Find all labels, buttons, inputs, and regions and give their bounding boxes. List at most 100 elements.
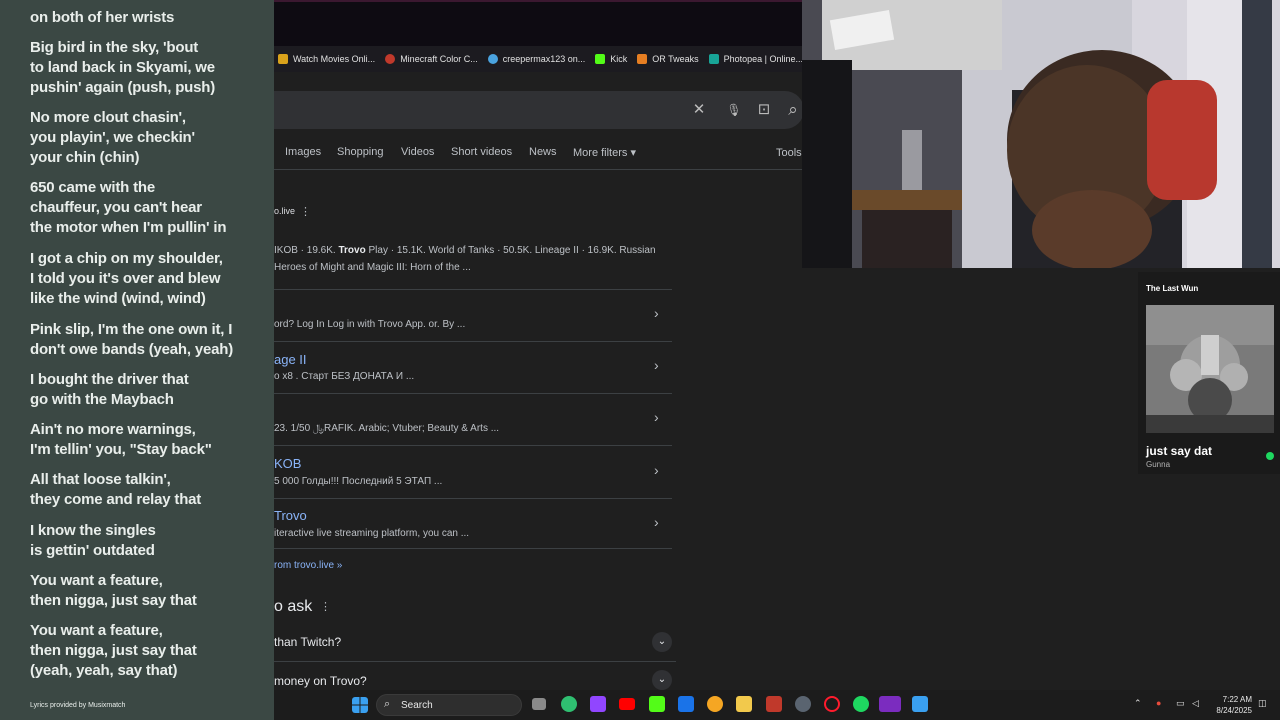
youtube-icon[interactable] xyxy=(619,698,635,710)
webcam-image xyxy=(802,0,1280,268)
lyric-line: No more clout chasin', you playin', we c… xyxy=(30,109,195,166)
sitelink-separator xyxy=(274,498,672,499)
lyric-line: Pink slip, I'm the one own it, I don't o… xyxy=(30,321,234,358)
microphone-icon[interactable]: ● xyxy=(1156,698,1161,708)
sitelink-separator xyxy=(274,393,672,394)
result-snippet-line2: Heroes of Might and Magic III: Horn of t… xyxy=(274,262,471,273)
filter-divider xyxy=(274,169,804,170)
screen: Watch Movies Onli... Minecraft Color C..… xyxy=(0,0,1280,720)
paa-question[interactable]: money on Trovo? xyxy=(274,674,367,688)
tools-button[interactable]: Tools xyxy=(776,147,802,159)
sitelink-snippet: 5 000 Голды!!! Последний 5 ЭТАП ... xyxy=(274,476,443,487)
liked-check-icon xyxy=(1266,452,1274,460)
taskbar-search-label: Search xyxy=(401,700,433,711)
bookmark-creepermax[interactable]: creepermax123 on... xyxy=(487,54,585,64)
spotify-icon[interactable] xyxy=(853,696,869,712)
chevron-right-icon[interactable]: › xyxy=(654,409,659,425)
app-lightblue-icon[interactable] xyxy=(912,696,928,712)
paa-options-icon[interactable]: ⋮ xyxy=(320,600,331,613)
paa-separator xyxy=(274,661,676,662)
chevron-right-icon[interactable]: › xyxy=(654,305,659,321)
sitelink-snippet: iteractive live streaming platform, you … xyxy=(274,528,470,539)
network-icon[interactable]: ▭ xyxy=(1176,698,1185,709)
chevron-down-icon[interactable]: ⌄ xyxy=(652,632,672,652)
bookmark-favicon-icon xyxy=(637,54,648,64)
task-view-icon[interactable] xyxy=(532,698,546,710)
file-explorer-icon[interactable] xyxy=(736,696,752,712)
webcam-feed xyxy=(802,0,1280,268)
sitelink-snippet: ord? Log In Log in with Trovo App. or. B… xyxy=(274,319,466,330)
sitelink-title[interactable]: KOB xyxy=(274,456,301,471)
tab-news[interactable]: News xyxy=(529,146,557,158)
taskbar-clock[interactable]: 7:22 AM 8/24/2025 xyxy=(1212,694,1252,716)
app-green-icon[interactable] xyxy=(561,696,577,712)
bookmark-photopea[interactable]: Photopea | Online... xyxy=(708,54,803,64)
sitelink-separator xyxy=(274,548,672,549)
lens-search-icon[interactable]: ⊡ xyxy=(755,101,773,119)
result-snippet-line1: IKOB · 19.6K. Trovo Play · 15.1K. World … xyxy=(274,245,656,256)
sitelink-separator xyxy=(274,445,672,446)
lyric-line: You want a feature, then nigga, just say… xyxy=(30,622,197,679)
tab-images[interactable]: Images xyxy=(285,146,321,158)
opera-icon[interactable] xyxy=(824,696,840,712)
kick-icon xyxy=(595,54,606,64)
result-options-icon[interactable]: ⋮ xyxy=(300,205,311,218)
windows-start-icon[interactable] xyxy=(352,697,368,713)
chevron-down-icon[interactable]: ⌄ xyxy=(652,670,672,690)
bookmark-or-tweaks[interactable]: OR Tweaks xyxy=(637,54,699,64)
search-input[interactable]: ✕ 🎙 ⊡ ⌕ xyxy=(274,91,804,129)
more-filters-dropdown[interactable]: More filters ▾ xyxy=(573,146,636,159)
chevron-right-icon[interactable]: › xyxy=(654,357,659,373)
search-icon: ⌕ xyxy=(384,698,391,710)
clock-time: 7:22 AM xyxy=(1222,695,1252,704)
clock-date: 8/24/2025 xyxy=(1216,706,1252,715)
lyrics-credit: Lyrics provided by Musixmatch xyxy=(30,702,126,709)
album-art xyxy=(1146,305,1274,433)
tab-videos[interactable]: Videos xyxy=(401,146,434,158)
album-art-image xyxy=(1146,305,1274,433)
lyric-line: All that loose talkin', they come and re… xyxy=(30,471,202,508)
bookmark-favicon-icon xyxy=(278,54,288,64)
app-red-icon[interactable] xyxy=(766,696,782,712)
tab-short-videos[interactable]: Short videos xyxy=(451,146,512,158)
taskbar-search-box[interactable]: ⌕ Search xyxy=(376,694,522,716)
lyric-line: 650 came with the chauffeur, you can't h… xyxy=(30,179,227,236)
bookmark-kick[interactable]: Kick xyxy=(595,54,627,64)
discord-icon[interactable] xyxy=(707,696,723,712)
result-site-name[interactable]: o.live xyxy=(274,206,295,216)
clear-search-icon[interactable]: ✕ xyxy=(690,101,708,119)
track-title: just say dat xyxy=(1146,444,1213,458)
chevron-right-icon[interactable]: › xyxy=(654,514,659,530)
bookmark-minecraft-color[interactable]: Minecraft Color C... xyxy=(385,54,478,64)
chevron-right-icon[interactable]: › xyxy=(654,462,659,478)
globe-icon xyxy=(487,54,498,64)
notification-icon[interactable]: ◫ xyxy=(1258,698,1267,709)
steam-icon[interactable] xyxy=(795,696,811,712)
paa-question[interactable]: than Twitch? xyxy=(274,635,341,649)
sitelink-snippet: o x8 . Старт БЕЗ ДОНАТА И ... xyxy=(274,371,415,382)
sitelink-separator xyxy=(274,289,672,290)
people-also-ask-title: o ask xyxy=(274,598,313,615)
tab-shopping[interactable]: Shopping xyxy=(337,146,384,158)
volume-icon[interactable]: ◁ xyxy=(1192,698,1199,709)
lyric-line: Ain't no more warnings, I'm tellin' you,… xyxy=(30,421,212,458)
sitelink-title[interactable]: Trovo xyxy=(274,508,307,523)
sitelink-separator xyxy=(274,341,672,342)
more-results-link[interactable]: rom trovo.live » xyxy=(274,560,342,571)
app-purple-icon[interactable] xyxy=(879,696,901,712)
photopea-icon xyxy=(708,54,719,64)
app-blue-icon[interactable] xyxy=(678,696,694,712)
lyric-line: I bought the driver that go with the May… xyxy=(30,371,189,408)
twitch-icon[interactable] xyxy=(590,696,606,712)
voice-search-icon[interactable]: 🎙 xyxy=(725,101,743,119)
search-filter-tabs: Images Shopping Videos Short videos News… xyxy=(274,140,804,168)
sitelink-title[interactable]: age II xyxy=(274,352,307,367)
search-icon[interactable]: ⌕ xyxy=(784,101,802,119)
lyric-line: on both of her wrists xyxy=(30,9,175,26)
lyric-line: I got a chip on my shoulder, I told you … xyxy=(30,250,223,307)
kick-icon[interactable] xyxy=(649,696,665,712)
sitelink-snippet: 23. 1/50 ﷼RAFIK. Arabic; Vtuber; Beauty … xyxy=(274,423,500,434)
lyric-line: Big bird in the sky, 'bout to land back … xyxy=(30,39,216,96)
bookmark-watch-movies[interactable]: Watch Movies Onli... xyxy=(278,54,375,64)
chevron-up-icon[interactable]: ⌃ xyxy=(1134,698,1142,709)
